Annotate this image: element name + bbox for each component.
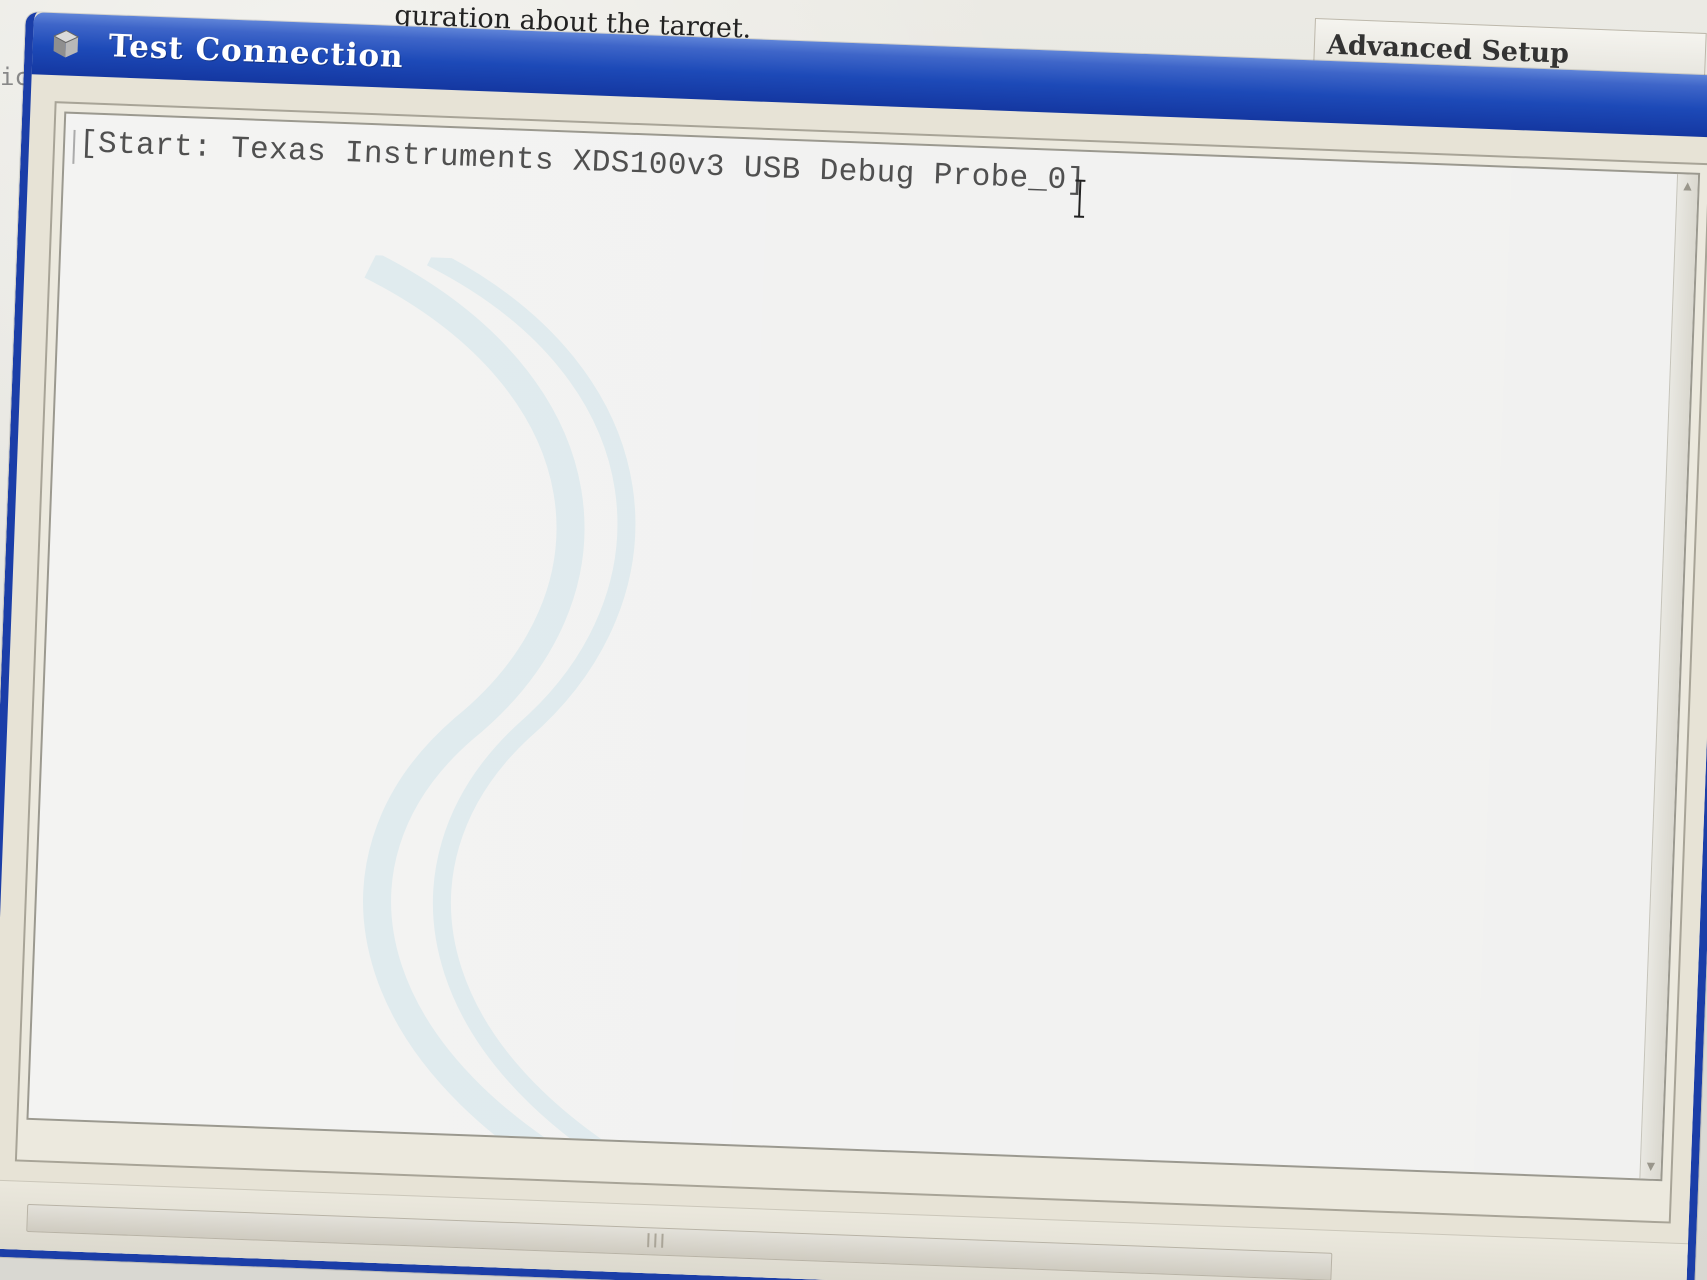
dialog-cube-icon xyxy=(52,29,80,58)
screen: guration about the target. Advanced Setu… xyxy=(0,0,1707,1280)
scroll-grip-icon[interactable] xyxy=(647,1233,664,1248)
chevron-up-icon[interactable]: ▲ xyxy=(1679,176,1696,195)
test-connection-dialog: Test Connection [Start: Texas Instrument… xyxy=(0,12,1707,1280)
connection-output[interactable]: [Start: Texas Instruments XDS100v3 USB D… xyxy=(26,111,1701,1182)
vertical-scrollbar[interactable]: ▲ ▼ xyxy=(1639,174,1699,1180)
chevron-down-icon[interactable]: ▼ xyxy=(1643,1156,1660,1175)
output-line: [Start: Texas Instruments XDS100v3 USB D… xyxy=(78,126,1087,199)
dialog-title: Test Connection xyxy=(108,28,405,76)
text-caret xyxy=(72,129,76,164)
text-cursor-icon xyxy=(1074,179,1086,218)
dialog-content-panel: [Start: Texas Instruments XDS100v3 USB D… xyxy=(14,101,1707,1224)
screen-moire xyxy=(363,252,710,1182)
